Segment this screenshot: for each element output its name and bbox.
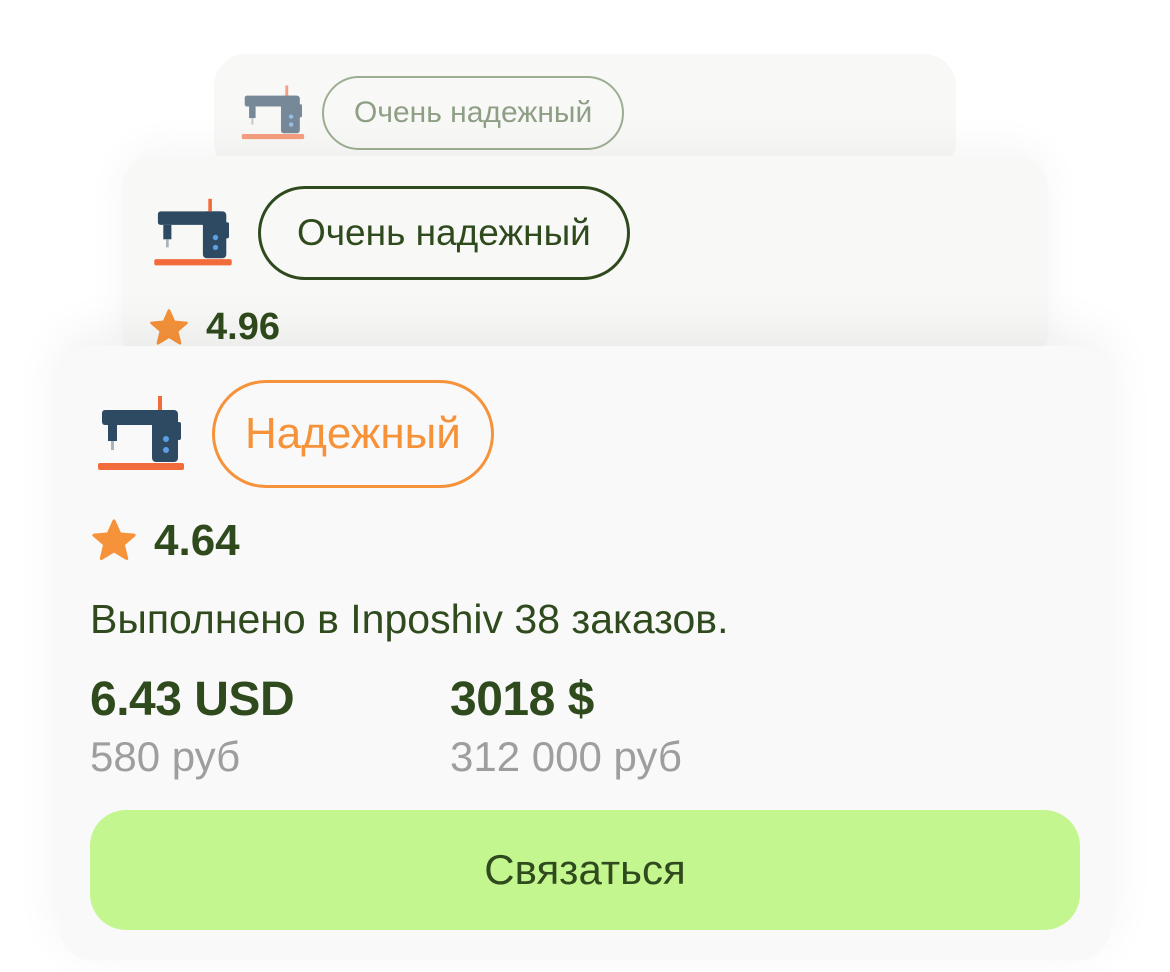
orders-count-text: Выполнено в Inposhiv 38 заказов. [90,596,729,642]
star-icon [92,519,136,560]
reliability-badge-back: Очень надежный [322,76,625,150]
price-block-2: 3018 $ 312 000 руб [450,672,682,781]
stage: Очень надежный Очень надежный 4.96 Надеж… [0,0,1170,972]
price-block-1: 6.43 USD 580 руб [90,672,295,781]
rating-middle: 4.96 [148,306,280,349]
tailor-card-front[interactable]: Надежный 4.64 Выполнено в Inposhiv 38 за… [60,346,1110,960]
price-total-rub: 312 000 руб [450,733,682,780]
tailor-card-middle: Очень надежный 4.96 [122,156,1048,366]
tailor-header-middle: Очень надежный [152,186,630,280]
rating-value-front: 4.64 [154,516,240,565]
tailor-header-back: Очень надежный [240,76,625,150]
sewing-machine-icon [154,198,232,266]
sewing-machine-icon [241,85,305,140]
price-usd: 6.43 USD [90,673,295,726]
price-rub: 580 руб [90,733,241,780]
tailor-header-front: Надежный [96,380,494,488]
price-total-usd: 3018 $ [450,673,594,726]
contact-button[interactable]: Связаться [90,810,1080,930]
sewing-machine-icon [98,396,184,470]
rating-value-middle: 4.96 [206,306,280,348]
reliability-badge-front: Надежный [212,380,494,488]
star-icon [150,308,188,345]
reliability-badge-middle: Очень надежный [258,186,630,280]
rating-front: 4.64 [90,516,240,566]
